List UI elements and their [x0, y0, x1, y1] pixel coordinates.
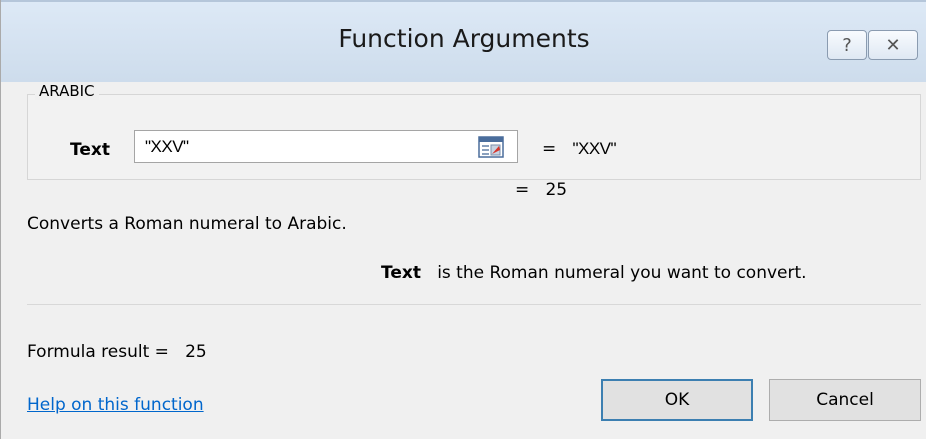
argument-description: Text is the Roman numeral you want to co…	[381, 263, 807, 283]
text-argument-input[interactable]	[134, 130, 518, 163]
function-result-value: = 25	[515, 180, 568, 200]
separator-line	[27, 304, 921, 305]
collapse-dialog-button[interactable]	[476, 134, 506, 159]
argument-label-text: Text	[70, 140, 110, 160]
function-description: Converts a Roman numeral to Arabic.	[27, 214, 347, 234]
dialog-content: Text = "XXV" ARABIC = 25 Converts a Roma…	[1, 82, 926, 439]
collapse-dialog-icon	[478, 135, 504, 158]
function-arguments-dialog: Function Arguments ? ✕ Text "XXV" = "XXV…	[0, 0, 926, 439]
dialog-title: Function Arguments	[338, 24, 590, 53]
close-button[interactable]: ✕	[868, 30, 918, 60]
formula-result: Formula result = 25	[27, 342, 207, 362]
help-on-function-link[interactable]: Help on this function	[27, 395, 204, 415]
cancel-button[interactable]: Cancel	[769, 379, 921, 421]
help-button[interactable]: ?	[827, 30, 867, 60]
argument-evaluated-value: = "XXV"	[542, 139, 617, 159]
question-icon: ?	[842, 34, 852, 56]
ok-button[interactable]: OK	[601, 379, 753, 421]
function-name: ARABIC	[35, 82, 99, 100]
title-bar[interactable]: Function Arguments ? ✕	[1, 0, 926, 82]
close-icon: ✕	[885, 34, 901, 56]
function-group-box: Text = "XXV"	[27, 94, 921, 180]
